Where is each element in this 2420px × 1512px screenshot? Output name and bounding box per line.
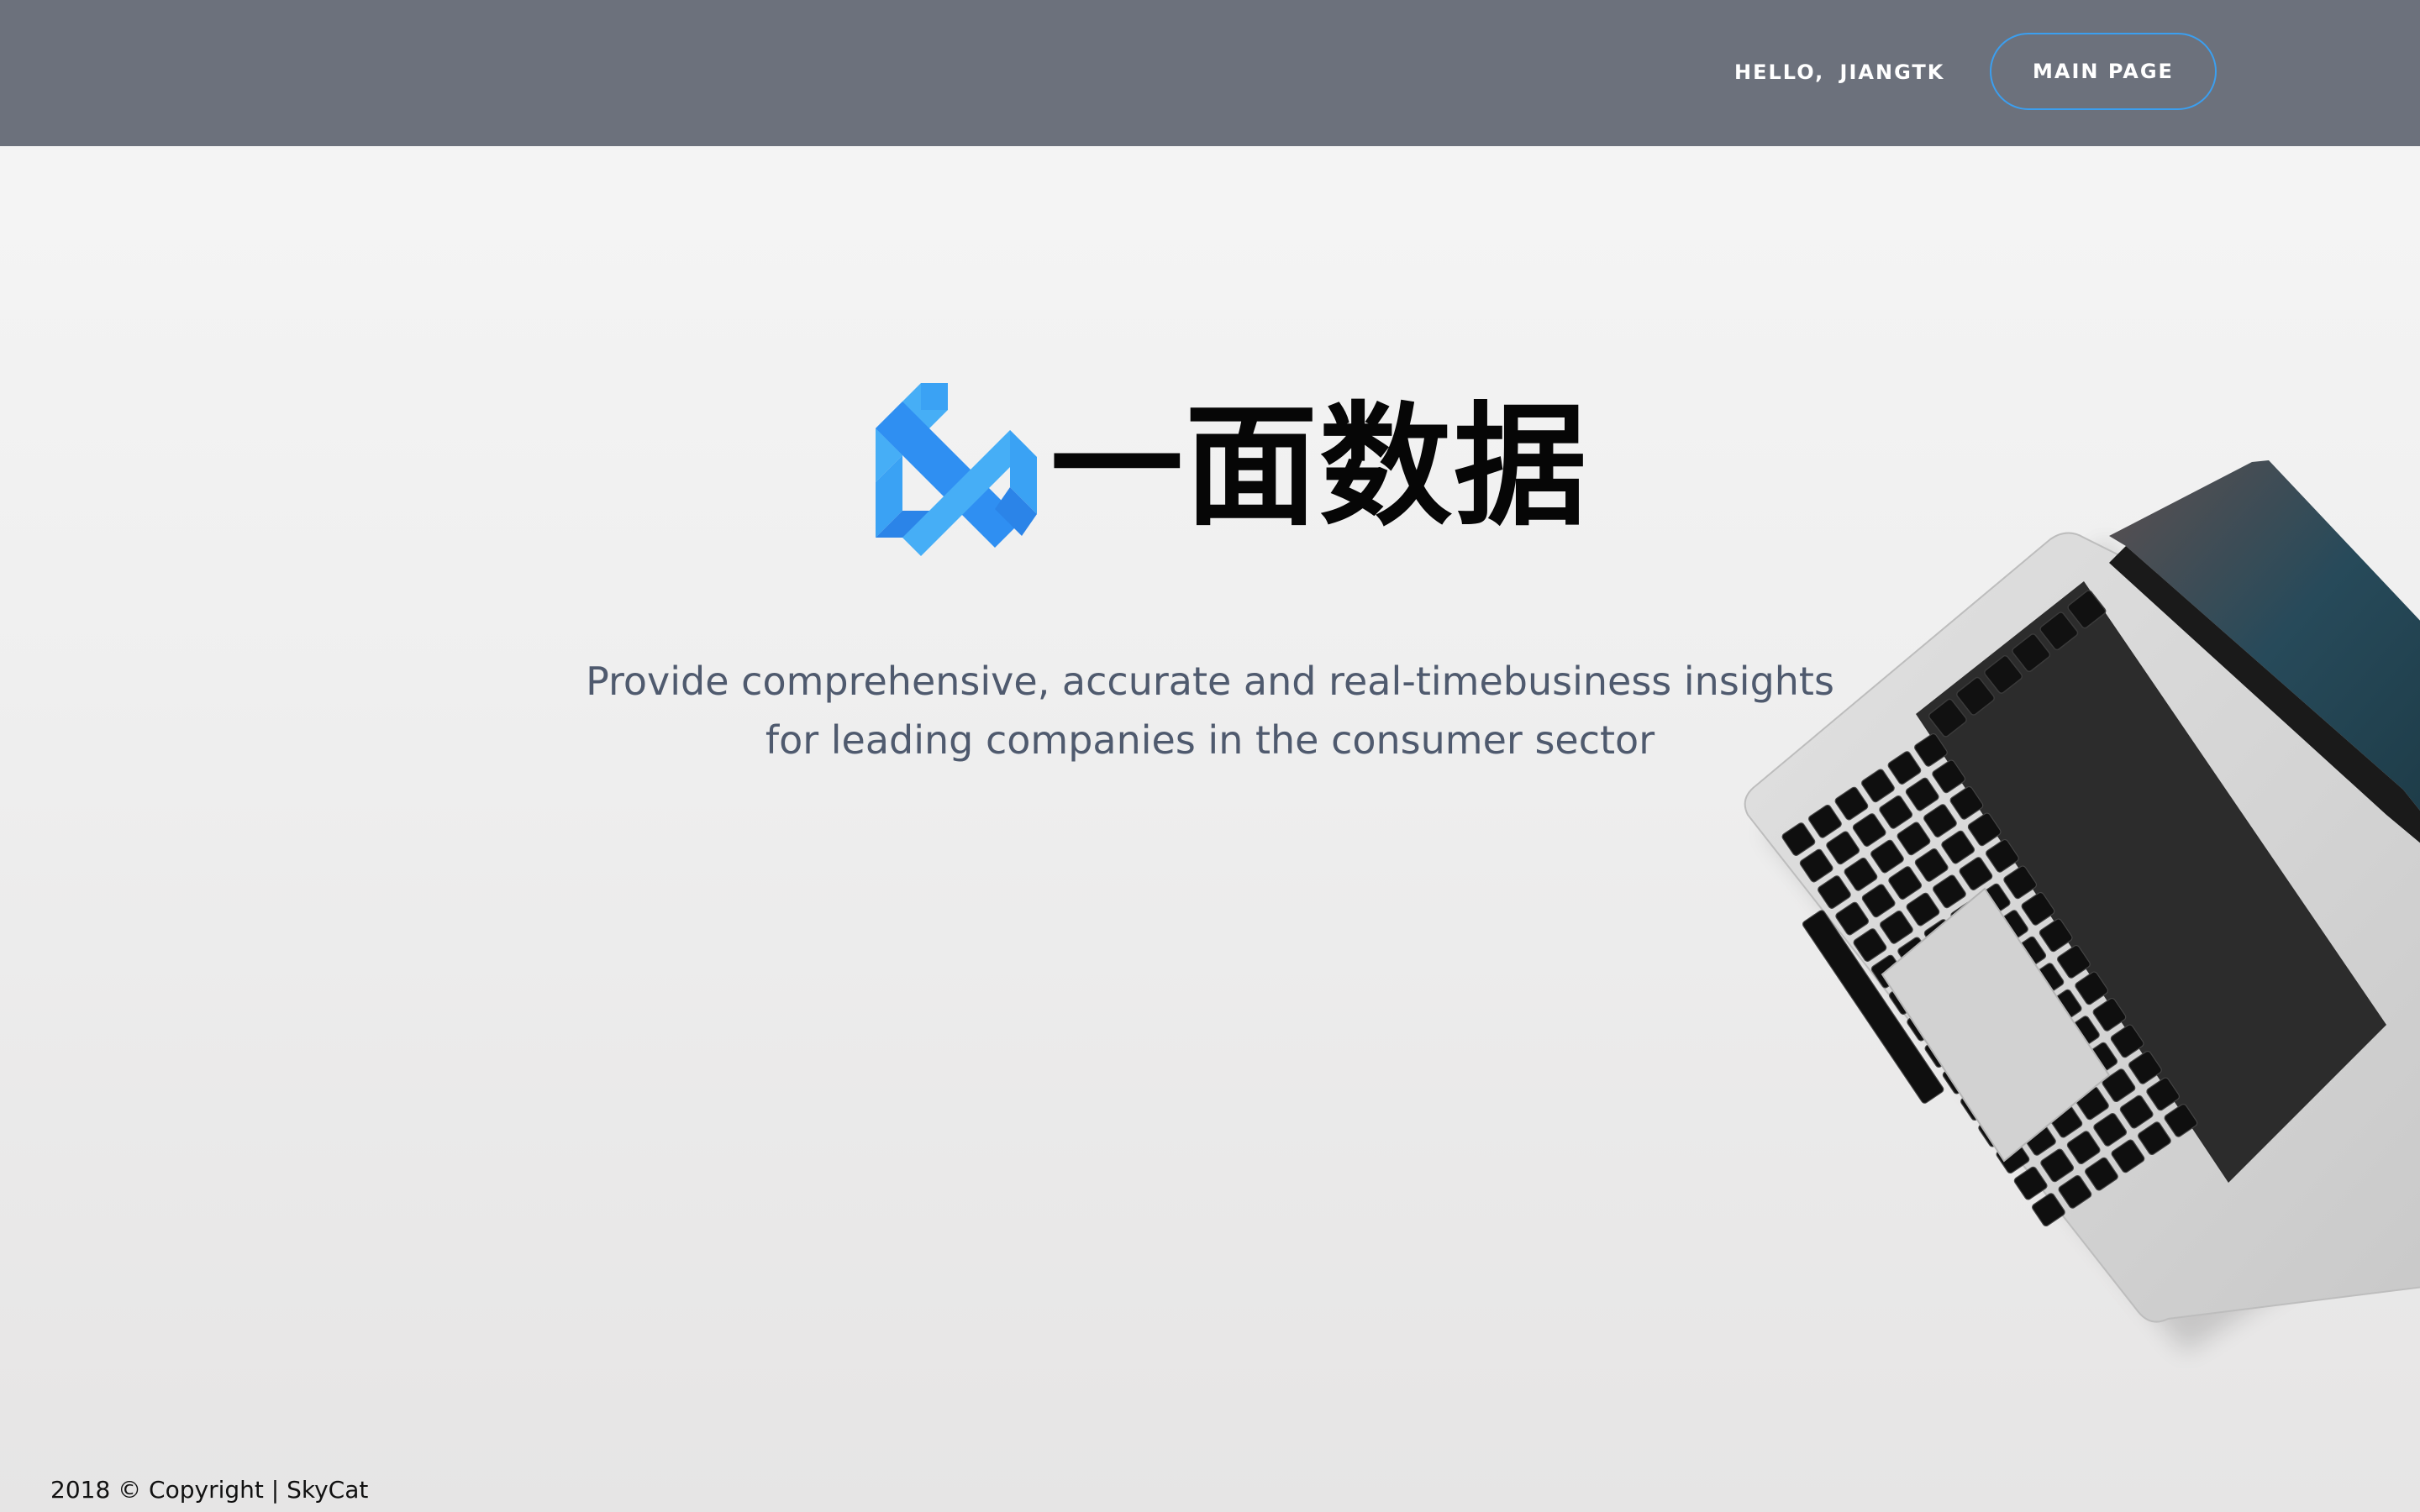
- tagline-line-1: Provide comprehensive, accurate and real…: [586, 659, 1834, 704]
- main-page-button[interactable]: MAIN PAGE: [1990, 33, 2217, 110]
- top-navigation-bar: HELLO, JIANGTK MAIN PAGE: [0, 0, 2420, 146]
- ampersand-logo-icon: [854, 376, 1039, 561]
- user-greeting: HELLO, JIANGTK: [1734, 60, 1945, 84]
- tagline: Provide comprehensive, accurate and real…: [538, 652, 1882, 769]
- copyright-footer: 2018 © Copyright | SkyCat: [50, 1476, 369, 1504]
- laptop-illustration-icon: [1714, 437, 2420, 1394]
- tagline-line-2: for leading companies in the consumer se…: [765, 717, 1655, 763]
- brand-title: 一面数据: [1050, 390, 1588, 544]
